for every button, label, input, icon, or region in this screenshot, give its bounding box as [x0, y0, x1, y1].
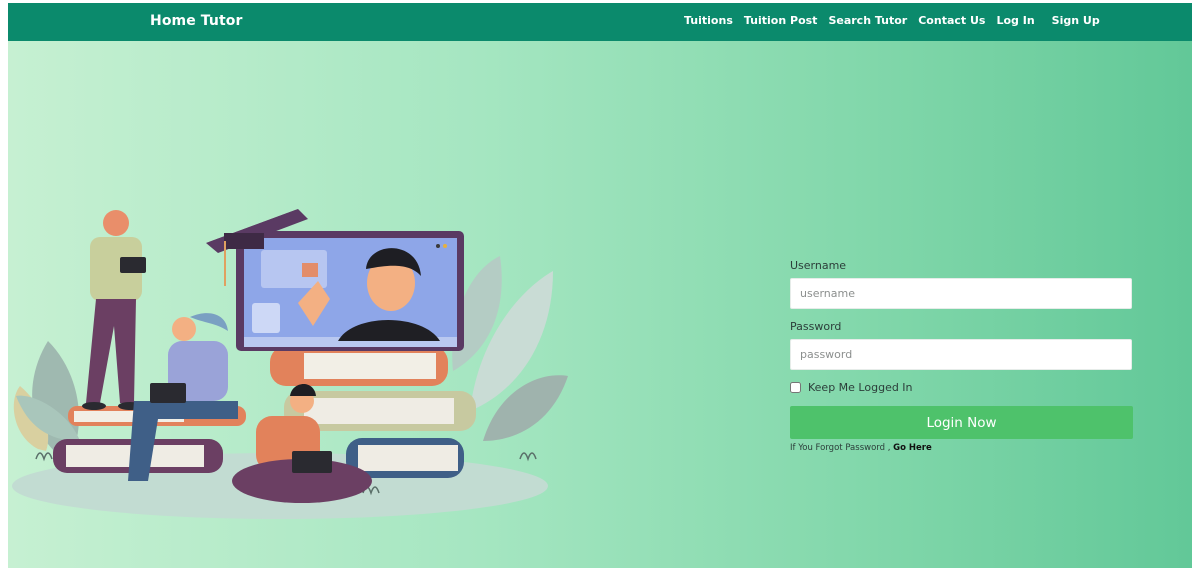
username-input[interactable]: [790, 278, 1132, 309]
hero-section: Username Password Keep Me Logged In Logi…: [8, 41, 1192, 568]
nav-contact-us[interactable]: Contact Us: [918, 14, 985, 27]
nav-sign-up[interactable]: Sign Up: [1052, 14, 1100, 27]
go-here-link[interactable]: Go Here: [893, 443, 932, 453]
password-label: Password: [790, 320, 842, 333]
password-input[interactable]: [790, 339, 1132, 370]
username-label: Username: [790, 259, 847, 272]
brand-logo[interactable]: Home Tutor: [150, 13, 243, 29]
remember-me-checkbox[interactable]: [790, 382, 801, 393]
online-tutoring-illustration: [12, 209, 568, 519]
navbar: Home Tutor Tuitions Tuition Post Search …: [8, 3, 1192, 41]
nav-search-tutor[interactable]: Search Tutor: [828, 14, 907, 27]
login-form: Username Password Keep Me Logged In Logi…: [790, 259, 1133, 453]
forgot-password-prompt: If You Forgot Password ,: [790, 443, 891, 453]
remember-me-row: Keep Me Logged In: [790, 381, 1132, 394]
nav-tuitions[interactable]: Tuitions: [684, 14, 733, 27]
remember-me-label[interactable]: Keep Me Logged In: [808, 381, 913, 394]
forgot-password-text: If You Forgot Password , Go Here: [790, 443, 1132, 453]
nav-tuition-post[interactable]: Tuition Post: [744, 14, 818, 27]
nav-links: Tuitions Tuition Post Search Tutor Conta…: [684, 14, 1111, 27]
nav-log-in[interactable]: Log In: [996, 14, 1034, 27]
login-button[interactable]: Login Now: [790, 406, 1133, 439]
